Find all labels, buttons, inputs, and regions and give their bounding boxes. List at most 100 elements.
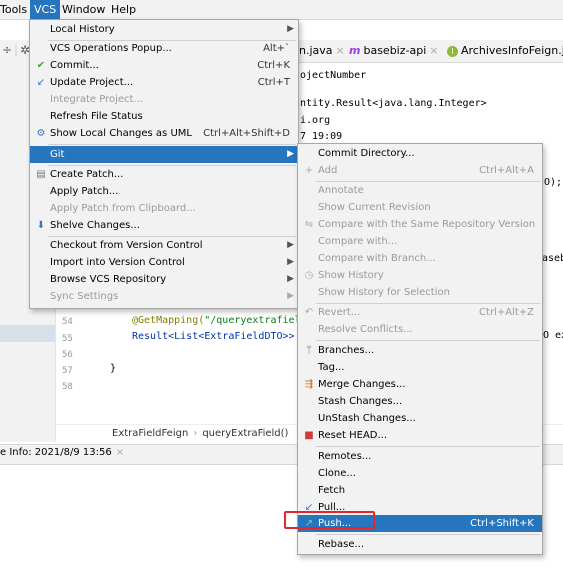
tab-label: ArchivesInfoFeign.java	[461, 44, 563, 57]
chevron-right-icon: ▶	[287, 240, 294, 250]
tab-java-file[interactable]: n.java ×	[299, 40, 345, 62]
patch-icon: ▤	[36, 169, 46, 180]
shortcut-label: Ctrl+T	[257, 77, 290, 88]
close-icon[interactable]: ×	[429, 44, 438, 57]
line-number: 57	[62, 366, 73, 376]
code-fragment: aseb	[542, 253, 563, 264]
menu-item-label: Tag...	[318, 362, 345, 373]
menu-item-branches[interactable]: ᛘ Branches...	[298, 342, 542, 359]
menu-separator	[48, 144, 296, 145]
menu-item-label: Branches...	[318, 345, 375, 356]
menu-item-shelve-changes[interactable]: ⬇ Shelve Changes...	[30, 217, 298, 234]
menu-item-update-project[interactable]: ↙ Update Project... Ctrl+T	[30, 74, 298, 91]
chevron-right-icon: ▶	[287, 257, 294, 267]
tab-archivesinfofeign[interactable]: IArchivesInfoFeign.java	[447, 40, 563, 62]
tab-basebiz-api[interactable]: m basebiz-api ×	[349, 40, 438, 62]
breadcrumb-class[interactable]: ExtraFieldFeign	[112, 428, 188, 439]
menu-item-label: Integrate Project...	[50, 94, 143, 105]
vcs-menu: Local History ▶ VCS Operations Popup... Al…	[29, 19, 299, 309]
shortcut-label: Alt+`	[263, 43, 290, 54]
menu-item-unstash-changes[interactable]: UnStash Changes...	[298, 410, 542, 427]
menu-item-create-patch[interactable]: ▤ Create Patch...	[30, 166, 298, 183]
revert-icon: ↶	[304, 307, 314, 318]
menu-item-fetch[interactable]: Fetch	[298, 482, 542, 499]
pin-icon[interactable]: ÷	[2, 43, 12, 57]
menu-item-commit[interactable]: ✔ Commit... Ctrl+K	[30, 57, 298, 74]
menu-help[interactable]: Help	[107, 0, 140, 19]
menu-item-apply-patch-clipboard[interactable]: Apply Patch from Clipboard...	[30, 200, 298, 217]
menubar: Tools VCS Window Help	[0, 0, 563, 20]
interface-icon: I	[447, 45, 458, 57]
annotation: @GetMapping(	[132, 315, 205, 326]
menu-item-commit-directory[interactable]: Commit Directory...	[298, 145, 542, 162]
breadcrumb-method[interactable]: queryExtraField()	[202, 428, 288, 439]
menu-item-rebase[interactable]: Rebase...	[298, 536, 542, 553]
menu-item-label: Compare with the Same Repository Version	[318, 219, 536, 230]
menu-item-label: Local History	[50, 24, 115, 35]
line-number: 58	[62, 382, 73, 392]
menu-item-vcs-operations-popup[interactable]: VCS Operations Popup... Alt+`	[30, 40, 298, 57]
menu-item-label: Annotate	[318, 185, 364, 196]
menu-item-label: Add	[318, 165, 338, 176]
menu-item-show-local-changes-uml[interactable]: ⚙ Show Local Changes as UML Ctrl+Alt+Shift…	[30, 125, 298, 142]
branch-icon: ᛘ	[306, 345, 312, 356]
menu-item-label: Commit Directory...	[318, 148, 415, 159]
menu-item-remotes[interactable]: Remotes...	[298, 448, 542, 465]
menu-item-clone[interactable]: Clone...	[298, 465, 542, 482]
line-number: 55	[62, 334, 73, 344]
code-fragment: O);	[544, 177, 563, 188]
menu-item-show-history-selection[interactable]: Show History for Selection	[298, 284, 542, 301]
menu-item-tag[interactable]: Tag...	[298, 359, 542, 376]
menu-item-browse-vcs[interactable]: Browse VCS Repository ▶	[30, 271, 298, 288]
menu-vcs[interactable]: VCS	[30, 0, 61, 19]
code-fragment: ntity.Result<java.lang.Integer>	[300, 98, 487, 109]
compare-icon: ⇋	[304, 219, 314, 230]
status-info: e Info: 2021/8/9 13:56 ×	[0, 447, 124, 458]
menu-item-label: Apply Patch from Clipboard...	[50, 203, 196, 214]
breadcrumb: ExtraFieldFeign › queryExtraField()	[112, 428, 288, 439]
menu-item-compare-with[interactable]: Compare with...	[298, 233, 542, 250]
menu-tools[interactable]: Tools	[0, 0, 31, 19]
menu-item-revert[interactable]: ↶ Revert... Ctrl+Alt+Z	[298, 304, 542, 321]
shortcut-label: Ctrl+K	[257, 60, 290, 71]
line-number: 54	[62, 317, 73, 327]
menu-item-reset-head[interactable]: ■ Reset HEAD...	[298, 427, 542, 444]
menu-item-compare-branch[interactable]: Compare with Branch...	[298, 250, 542, 267]
menu-item-compare-same-repo[interactable]: ⇋ Compare with the Same Repository Versio…	[298, 216, 542, 233]
menu-item-label: Show Local Changes as UML	[50, 128, 192, 139]
menu-item-add[interactable]: + Add Ctrl+Alt+A	[298, 162, 542, 179]
menu-window[interactable]: Window	[58, 0, 109, 19]
menu-separator	[316, 340, 540, 341]
menu-item-label: Shelve Changes...	[50, 220, 140, 231]
menu-item-label: Remotes...	[318, 451, 372, 462]
menu-separator	[316, 446, 540, 447]
menu-item-show-history[interactable]: ◷ Show History	[298, 267, 542, 284]
menu-item-show-current-revision[interactable]: Show Current Revision	[298, 199, 542, 216]
menu-item-label: Show History	[318, 270, 384, 281]
menu-item-merge-changes[interactable]: ⇶ Merge Changes...	[298, 376, 542, 393]
menu-item-resolve-conflicts[interactable]: Resolve Conflicts...	[298, 321, 542, 338]
line-number: 56	[62, 350, 73, 360]
menu-item-label: Browse VCS Repository	[50, 274, 167, 285]
menu-item-refresh-file-status[interactable]: Refresh File Status	[30, 108, 298, 125]
shelve-icon: ⬇	[36, 220, 46, 231]
menu-item-local-history[interactable]: Local History ▶	[30, 21, 298, 38]
menu-item-label: UnStash Changes...	[318, 413, 416, 424]
menu-item-label: Git	[50, 149, 65, 160]
menu-item-apply-patch[interactable]: Apply Patch...	[30, 183, 298, 200]
menu-item-git[interactable]: Git ▶	[30, 146, 298, 163]
menu-item-checkout-vcs[interactable]: Checkout from Version Control ▶	[30, 237, 298, 254]
chevron-right-icon: ›	[193, 428, 198, 439]
close-icon[interactable]: ×	[336, 44, 345, 57]
menu-item-label: Clone...	[318, 468, 356, 479]
close-icon[interactable]: ×	[116, 447, 124, 458]
menu-item-stash-changes[interactable]: Stash Changes...	[298, 393, 542, 410]
menu-item-integrate-project[interactable]: Integrate Project...	[30, 91, 298, 108]
menu-separator	[316, 534, 540, 535]
selected-tree-row[interactable]	[0, 325, 55, 342]
code-fragment: ojectNumber	[300, 70, 367, 81]
menu-item-import-vcs[interactable]: Import into Version Control ▶	[30, 254, 298, 271]
menu-item-annotate[interactable]: Annotate	[298, 182, 542, 199]
menu-item-sync-settings[interactable]: Sync Settings ▶	[30, 288, 298, 305]
chevron-right-icon: ▶	[287, 149, 294, 159]
